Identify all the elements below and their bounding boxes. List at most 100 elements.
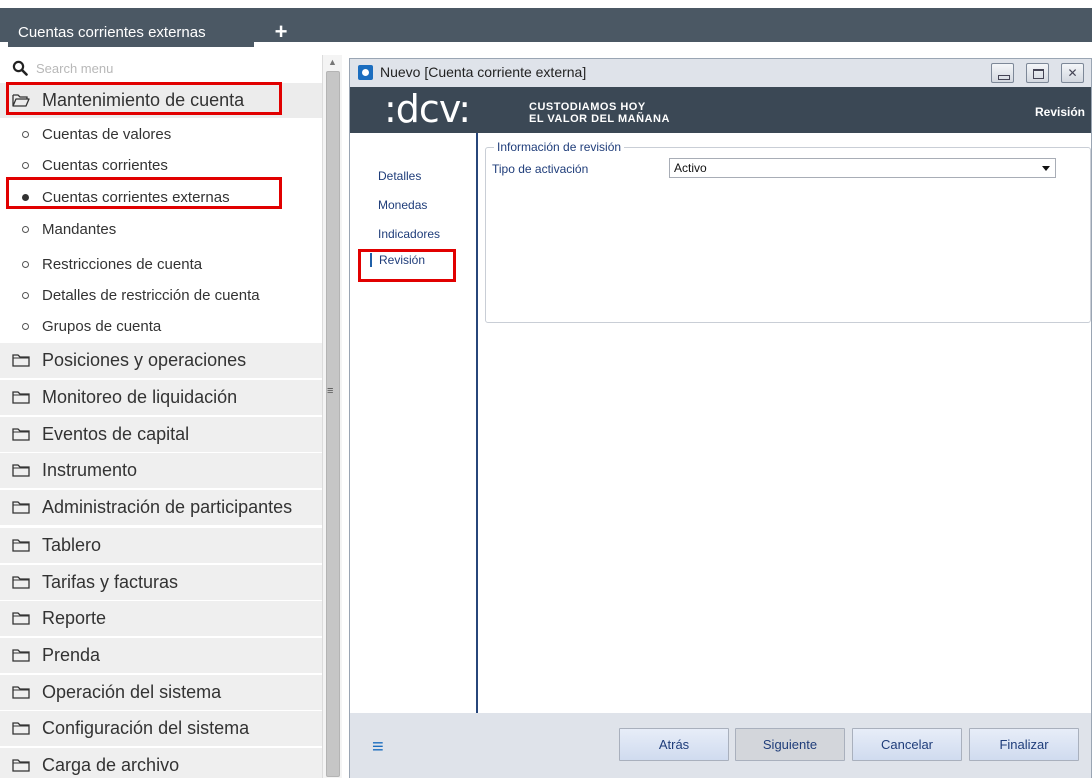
menu-item-label: Restricciones de cuenta (42, 256, 203, 273)
brand-banner: :dcv: CUSTODIAMOS HOY EL VALOR DEL MAÑAN… (350, 87, 1091, 133)
menu-icon[interactable]: ≡ (372, 737, 384, 757)
scrollbar-thumb[interactable] (326, 71, 340, 777)
folder-icon (12, 576, 30, 589)
splitter-grip-icon[interactable]: ≡ (327, 386, 333, 397)
menu-section-carga-de-archivo[interactable]: Carga de archivo (0, 748, 322, 778)
folder-open-icon (12, 94, 30, 107)
menu-section-label: Operación del sistema (42, 682, 222, 702)
minimize-button[interactable] (991, 63, 1014, 83)
tagline-line-1: CUSTODIAMOS HOY (529, 101, 646, 113)
folder-icon (12, 354, 30, 367)
finish-button[interactable]: Finalizar (969, 728, 1079, 761)
tagline-line-2: EL VALOR DEL MAÑANA (529, 113, 670, 125)
menu-section-label: Configuración del sistema (42, 718, 250, 738)
activation-type-value: Activo (674, 161, 707, 175)
menu-section-reporte[interactable]: Reporte (0, 601, 322, 636)
top-tab-bar: Cuentas corrientes externas + (0, 8, 1092, 50)
menu-section-label: Eventos de capital (42, 424, 190, 444)
menu-item-cuentas-de-valores[interactable]: Cuentas de valores (0, 119, 322, 150)
bullet-icon (22, 131, 29, 138)
menu-section-label: Carga de archivo (42, 755, 180, 775)
menu-section-tablero[interactable]: Tablero (0, 528, 322, 563)
menu-section-prenda[interactable]: Prenda (0, 638, 322, 673)
maximize-button[interactable] (1026, 63, 1049, 83)
current-step-label: Revisión (1034, 105, 1085, 119)
menu-section-label: Posiciones y operaciones (42, 350, 247, 370)
folder-icon (12, 722, 30, 735)
dropdown-arrow-icon (1042, 166, 1050, 171)
menu-section-label: Prenda (42, 645, 101, 665)
menu-section-configuracion-del-sistema[interactable]: Configuración del sistema (0, 711, 322, 746)
bullet-filled-icon (22, 194, 29, 201)
search-row (0, 58, 322, 80)
dialog-nueva-cuenta-externa: Nuevo [Cuenta corriente externa] ✕ :dcv:… (349, 58, 1092, 778)
bullet-icon (22, 162, 29, 169)
menu-item-cuentas-corrientes-externas[interactable]: Cuentas corrientes externas (0, 182, 322, 213)
menu-item-label: Cuentas corrientes (42, 157, 168, 174)
folder-icon (12, 391, 30, 404)
next-button[interactable]: Siguiente (735, 728, 845, 761)
menu-item-grupos-de-cuenta[interactable]: Grupos de cuenta (0, 311, 322, 342)
bullet-icon (22, 226, 29, 233)
folder-icon (12, 464, 30, 477)
menu-item-mandantes[interactable]: Mandantes (0, 214, 322, 245)
revision-info-group: Información de revisión Tipo de activaci… (485, 140, 1091, 323)
menu-section-monitoreo-de-liquidacion[interactable]: Monitoreo de liquidación (0, 380, 322, 415)
back-button[interactable]: Atrás (619, 728, 729, 761)
menu-section-label: Monitoreo de liquidación (42, 387, 238, 407)
menu-section-tarifas-y-facturas[interactable]: Tarifas y facturas (0, 565, 322, 600)
menu-item-label: Cuentas corrientes externas (42, 189, 230, 206)
search-icon (12, 60, 28, 76)
menu-item-label: Mandantes (42, 221, 117, 238)
brand-tagline: CUSTODIAMOS HOY EL VALOR DEL MAÑANA (529, 101, 670, 125)
folder-icon (12, 501, 30, 514)
menu-section-eventos-de-capital[interactable]: Eventos de capital (0, 417, 322, 452)
bullet-icon (22, 292, 29, 299)
wizard-footer: ≡ Atrás Siguiente Cancelar Finalizar (350, 713, 1091, 778)
menu-section-administracion-de-participantes[interactable]: Administración de participantes (0, 490, 322, 525)
menu-item-label: Grupos de cuenta (42, 318, 162, 335)
activation-type-select[interactable]: Activo (669, 158, 1056, 178)
dcv-logo: :dcv: (384, 87, 471, 131)
folder-icon (12, 539, 30, 552)
step-detalles[interactable]: Detalles (378, 169, 421, 183)
folder-icon (12, 649, 30, 662)
folder-icon (12, 428, 30, 441)
folder-icon (12, 759, 30, 772)
folder-icon (12, 612, 30, 625)
menu-section-label: Tarifas y facturas (42, 572, 179, 592)
menu-section-label: Instrumento (42, 460, 138, 480)
menu-section-operacion-del-sistema[interactable]: Operación del sistema (0, 675, 322, 710)
menu-section-posiciones-y-operaciones[interactable]: Posiciones y operaciones (0, 343, 322, 378)
add-tab-button[interactable]: + (270, 21, 292, 43)
menu-section-label: Mantenimiento de cuenta (42, 90, 245, 110)
dialog-titlebar[interactable]: Nuevo [Cuenta corriente externa] ✕ (350, 59, 1091, 87)
bullet-icon (22, 323, 29, 330)
menu-item-cuentas-corrientes[interactable]: Cuentas corrientes (0, 150, 322, 181)
folder-icon (12, 686, 30, 699)
menu-item-restricciones-de-cuenta[interactable]: Restricciones de cuenta (0, 249, 322, 280)
menu-item-detalles-de-restriccion[interactable]: Detalles de restricción de cuenta (0, 280, 322, 311)
bullet-icon (22, 261, 29, 268)
menu-section-label: Tablero (42, 535, 102, 555)
menu-section-label: Reporte (42, 608, 107, 628)
wizard-steps: Detalles Monedas Indicadores Revisión (350, 133, 478, 713)
menu-section-instrumento[interactable]: Instrumento (0, 453, 322, 488)
step-indicadores[interactable]: Indicadores (378, 227, 440, 241)
wizard-content: Detalles Monedas Indicadores Revisión In… (350, 133, 1091, 713)
cancel-button[interactable]: Cancelar (852, 728, 962, 761)
sidebar-menu: Mantenimiento de cuenta Cuentas de valor… (0, 55, 342, 778)
menu-item-label: Cuentas de valores (42, 126, 172, 143)
search-input[interactable] (36, 58, 306, 78)
scroll-up-arrow-icon[interactable]: ▲ (328, 57, 337, 67)
app-icon (358, 65, 373, 80)
step-revision[interactable]: Revisión (370, 253, 425, 267)
step-monedas[interactable]: Monedas (378, 198, 427, 212)
sidebar-scrollbar[interactable]: ▲ (322, 55, 342, 778)
menu-section-mantenimiento-de-cuenta[interactable]: Mantenimiento de cuenta (0, 83, 322, 118)
close-button[interactable]: ✕ (1061, 63, 1084, 83)
tab-cuentas-corrientes-externas[interactable]: Cuentas corrientes externas (8, 16, 254, 50)
group-title: Información de revisión (494, 140, 625, 154)
dialog-title: Nuevo [Cuenta corriente externa] (380, 64, 587, 80)
menu-section-label: Administración de participantes (42, 497, 293, 517)
